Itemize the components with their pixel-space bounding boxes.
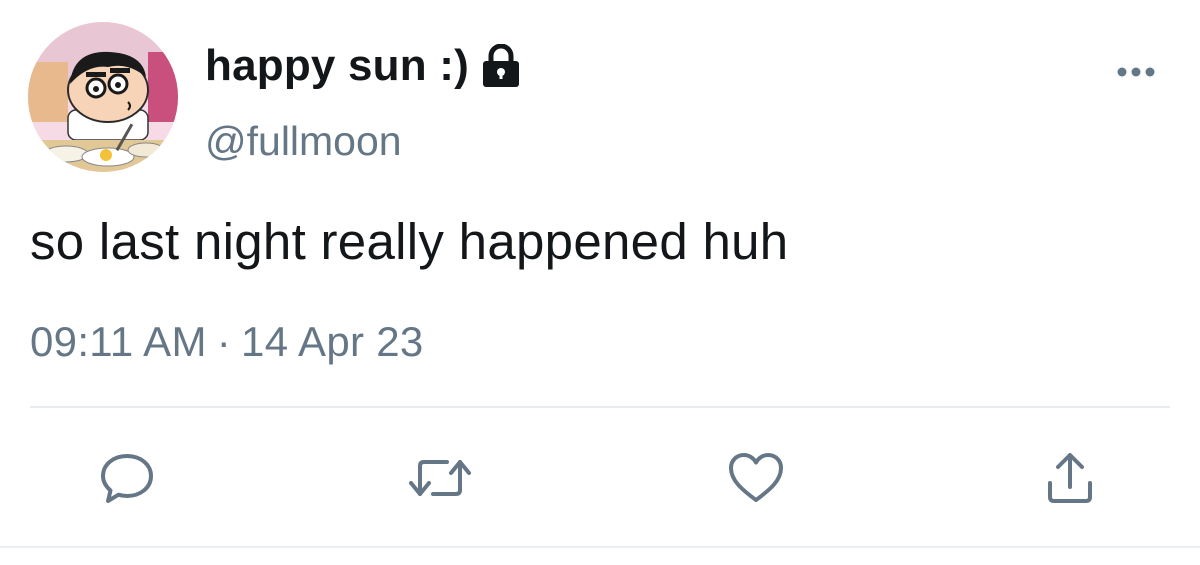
tweet-timestamp[interactable]: 09:11 AM · 14 Apr 23 [30,318,424,366]
tweet-time: 09:11 AM [30,318,207,365]
reply-button[interactable] [98,450,158,506]
display-name[interactable]: happy sun :) [205,41,469,91]
share-icon [1048,453,1092,503]
retweet-icon [409,460,471,496]
reply-icon [101,454,153,503]
timestamp-separator: · [216,318,232,365]
tweet-date: 14 Apr 23 [241,318,424,365]
lock-icon [481,43,521,88]
share-button[interactable] [1040,450,1100,506]
avatar-image [28,22,178,172]
retweet-button[interactable] [405,450,475,506]
more-options-icon[interactable] [1112,60,1160,84]
avatar[interactable] [28,22,178,172]
divider [30,406,1170,408]
tweet-text: so last night really happened huh [30,213,789,270]
heart-icon [729,453,783,502]
user-handle[interactable]: @fullmoon [205,118,402,165]
display-name-row: happy sun :) [205,40,521,92]
tweet-card: happy sun :) @fullmoon so last night rea… [0,0,1200,565]
bottom-divider [0,546,1200,548]
like-button[interactable] [726,450,786,506]
